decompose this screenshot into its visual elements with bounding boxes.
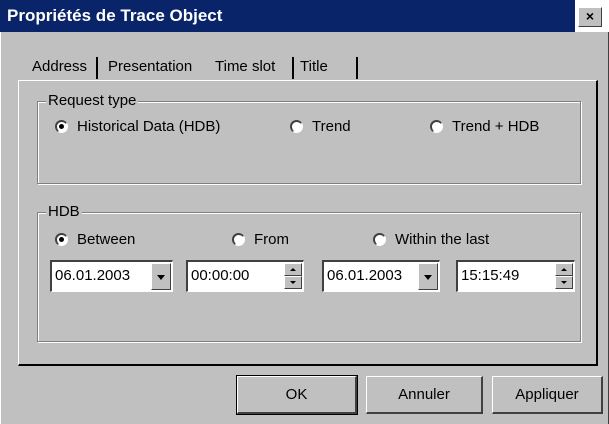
close-button[interactable]: × xyxy=(578,7,602,27)
radio-trend-label: Trend xyxy=(312,118,351,135)
radio-from[interactable]: From xyxy=(232,231,289,248)
chevron-down-icon[interactable] xyxy=(151,263,171,290)
window-left-edge xyxy=(0,32,6,424)
start-date-dropdown[interactable]: 06.01.2003 xyxy=(50,260,173,292)
spin-down-icon[interactable] xyxy=(555,276,573,289)
time-spinner-buttons xyxy=(555,263,573,290)
time-spinner-buttons xyxy=(284,263,302,290)
tab-presentation[interactable]: Presentation xyxy=(108,53,192,81)
tab-time-slot[interactable]: Time slot xyxy=(215,53,275,81)
radio-within-the-last[interactable]: Within the last xyxy=(373,231,489,248)
start-time-value: 00:00:00 xyxy=(191,267,250,284)
end-date-value: 06.01.2003 xyxy=(327,267,403,284)
radio-trend-hdb[interactable]: Trend + HDB xyxy=(430,118,539,135)
end-time-value: 15:15:49 xyxy=(461,267,520,284)
tab-separator xyxy=(292,57,294,79)
radio-checked-icon[interactable] xyxy=(55,120,68,133)
tab-address[interactable]: Address xyxy=(32,53,87,81)
request-type-group: Request type xyxy=(37,92,581,184)
spin-up-icon[interactable] xyxy=(284,263,302,276)
tab-separator xyxy=(96,57,98,79)
request-type-label: Request type xyxy=(46,92,139,110)
start-time-spinner[interactable]: 00:00:00 xyxy=(186,260,304,292)
radio-unchecked-icon[interactable] xyxy=(290,120,303,133)
radio-unchecked-icon[interactable] xyxy=(430,120,443,133)
cancel-button[interactable]: Annuler xyxy=(366,376,483,414)
radio-unchecked-icon[interactable] xyxy=(373,233,386,246)
end-date-dropdown[interactable]: 06.01.2003 xyxy=(322,260,440,292)
hdb-label: HDB xyxy=(46,203,82,221)
radio-checked-icon[interactable] xyxy=(55,233,68,246)
title-bar: Propriétés de Trace Object × xyxy=(0,0,609,32)
radio-historical-data-label: Historical Data (HDB) xyxy=(77,118,221,135)
window-title: Propriétés de Trace Object xyxy=(7,6,223,25)
radio-unchecked-icon[interactable] xyxy=(232,233,245,246)
spin-down-icon[interactable] xyxy=(284,276,302,289)
chevron-down-icon[interactable] xyxy=(418,263,438,290)
radio-trend-hdb-label: Trend + HDB xyxy=(452,118,540,135)
apply-button[interactable]: Appliquer xyxy=(492,376,603,414)
tab-separator xyxy=(356,57,358,79)
close-icon[interactable]: × xyxy=(586,8,594,24)
radio-historical-data[interactable]: Historical Data (HDB) xyxy=(55,118,220,135)
tab-title[interactable]: Title xyxy=(300,53,328,81)
radio-from-label: From xyxy=(254,231,289,248)
ok-button[interactable]: OK xyxy=(236,375,358,415)
radio-trend[interactable]: Trend xyxy=(290,118,351,135)
radio-between[interactable]: Between xyxy=(55,231,135,248)
start-date-value: 06.01.2003 xyxy=(55,267,131,284)
end-time-spinner[interactable]: 15:15:49 xyxy=(456,260,575,292)
window-right-edge xyxy=(604,32,609,424)
radio-between-label: Between xyxy=(77,231,136,248)
spin-up-icon[interactable] xyxy=(555,263,573,276)
radio-within-the-last-label: Within the last xyxy=(395,231,490,248)
